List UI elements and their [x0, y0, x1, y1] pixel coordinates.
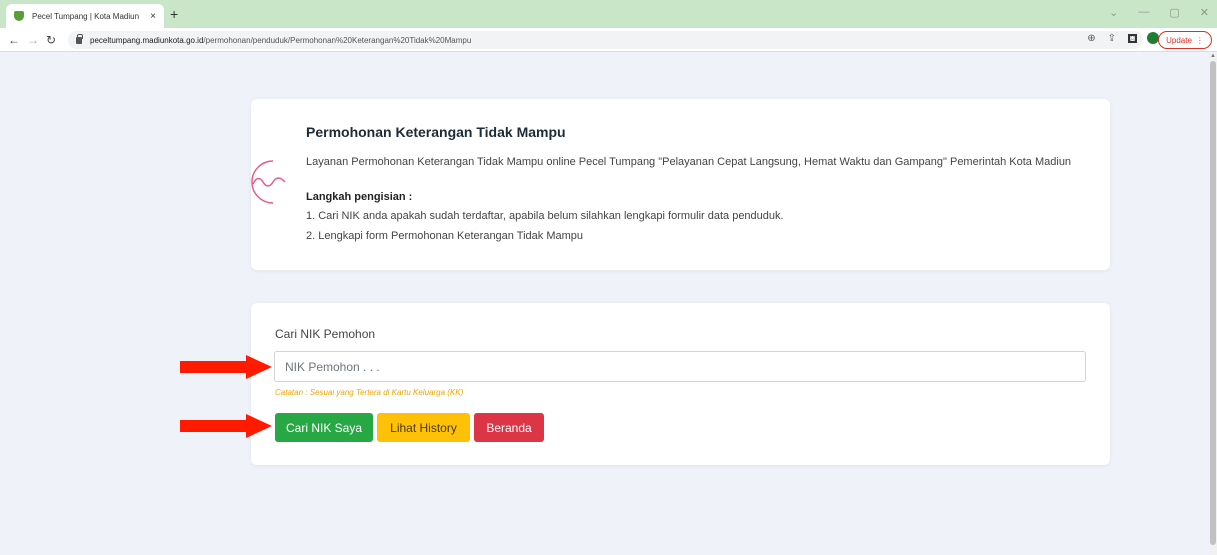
restore-button[interactable]: ▢ — [1169, 6, 1179, 19]
kk-note: Catatan : Sesuai yang Tertera di Kartu K… — [275, 388, 464, 397]
browser-tab-bar: Pecel Tumpang | Kota Madiun × + ⌄ — ▢ ✕ — [0, 0, 1217, 28]
wave-circle-icon — [251, 160, 286, 204]
red-arrow-icon — [180, 414, 272, 438]
url-text: peceltumpang.madiunkota.go.id/permohonan… — [90, 35, 472, 45]
back-arrow-icon[interactable]: ← — [8, 32, 20, 48]
window-controls: ⌄ — ▢ ✕ — [1109, 6, 1209, 19]
forward-arrow-icon[interactable]: → — [27, 32, 39, 48]
share-icon[interactable]: ⇪ — [1108, 33, 1116, 44]
kebab-menu-icon: ⋮ — [1195, 35, 1204, 45]
lock-icon — [76, 33, 83, 44]
new-tab-button[interactable]: + — [170, 6, 178, 22]
step-item: 2. Lengkapi form Permohonan Keterangan T… — [306, 230, 583, 242]
view-history-button[interactable]: Lihat History — [377, 413, 470, 442]
service-description: Layanan Permohonan Keterangan Tidak Mamp… — [306, 156, 1072, 168]
zoom-icon[interactable]: ⊕ — [1087, 33, 1095, 44]
extension-icons — [1128, 32, 1159, 44]
search-nik-button[interactable]: Cari NIK Saya — [275, 413, 373, 442]
close-window-button[interactable]: ✕ — [1200, 6, 1209, 19]
reload-icon[interactable]: ↻ — [46, 32, 56, 48]
site-shield-icon — [14, 11, 24, 21]
page-title: Permohonan Keterangan Tidak Mampu — [306, 124, 566, 140]
nik-label: Cari NIK Pemohon — [275, 327, 376, 341]
browser-toolbar: ← → ↻ peceltumpang.madiunkota.go.id/perm… — [0, 28, 1217, 52]
step-item: 1. Cari NIK anda apakah sudah terdaftar,… — [306, 210, 784, 222]
update-label: Update — [1166, 35, 1192, 45]
scroll-up-icon[interactable]: ▲ — [1210, 53, 1216, 59]
sidepanel-icon[interactable] — [1128, 33, 1137, 43]
tab-search-chevron-icon[interactable]: ⌄ — [1109, 6, 1118, 19]
steps-heading: Langkah pengisian : — [306, 191, 413, 203]
red-arrow-icon — [180, 355, 272, 379]
scroll-thumb[interactable] — [1210, 61, 1216, 545]
address-bar[interactable]: peceltumpang.madiunkota.go.id/permohonan… — [68, 31, 1143, 49]
tab-title: Pecel Tumpang | Kota Madiun — [32, 11, 140, 21]
minimize-button[interactable]: — — [1138, 6, 1149, 19]
browser-tab[interactable]: Pecel Tumpang | Kota Madiun × — [6, 4, 164, 28]
nik-input[interactable] — [274, 351, 1086, 382]
tab-close-icon[interactable]: × — [150, 11, 156, 22]
home-button[interactable]: Beranda — [474, 413, 544, 442]
scrollbar[interactable]: ▲ — [1209, 53, 1217, 555]
update-button[interactable]: Update ⋮ — [1158, 31, 1212, 49]
